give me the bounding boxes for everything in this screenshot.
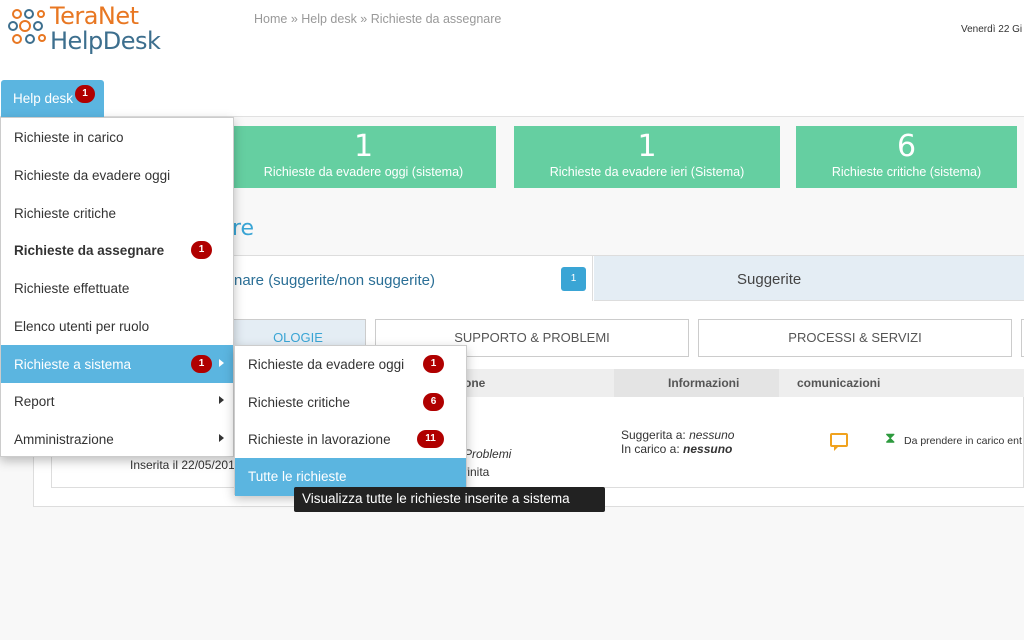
submenu-item-critiche[interactable]: Richieste critiche 6 — [235, 384, 466, 422]
logo-text-helpdesk: HelpDesk — [50, 27, 161, 55]
assigned-label: In carico a: — [621, 442, 680, 456]
menu-item-richieste-critiche[interactable]: Richieste critiche — [1, 194, 233, 232]
menu-item-richieste-a-sistema[interactable]: Richieste a sistema 1 — [1, 345, 233, 383]
menu-item-report[interactable]: Report — [1, 382, 233, 420]
tab-label: nare (suggerite/non suggerite) — [234, 272, 435, 289]
caret-right-icon — [219, 434, 224, 442]
submenu-item-da-evadere-oggi[interactable]: Richieste da evadere oggi 1 — [235, 346, 466, 384]
category-processi-button[interactable]: PROCESSI & SERVIZI — [698, 319, 1012, 357]
card-label: Richieste da evadere oggi (sistema) — [263, 165, 464, 179]
logo-mark-icon — [8, 9, 46, 44]
section-title: re — [232, 216, 255, 241]
submenu-item-badge: 11 — [417, 430, 444, 448]
menu-item-label: Richieste da evadere oggi — [14, 168, 171, 183]
card-value: 1 — [637, 129, 657, 164]
card-critiche[interactable]: 6 Richieste critiche (sistema) — [796, 126, 1017, 188]
card-value: 6 — [896, 129, 917, 164]
richieste-a-sistema-submenu: Richieste da evadere oggi 1 Richieste cri… — [234, 345, 467, 496]
menu-item-label: Richieste effettuate — [14, 281, 130, 296]
row-inserted-date: Inserita il 22/05/201 — [130, 458, 235, 472]
menu-item-elenco-utenti[interactable]: Elenco utenti per ruolo — [1, 307, 233, 345]
submenu-item-label: Richieste critiche — [248, 395, 351, 410]
chat-icon[interactable] — [830, 433, 848, 451]
tab-suggerite[interactable]: Suggerite — [594, 256, 1024, 301]
submenu-item-label: Tutte le richieste — [248, 469, 347, 484]
tab-badge: 1 — [561, 267, 586, 291]
menu-item-label: Richieste in carico — [14, 130, 124, 145]
nav-tab-badge: 1 — [75, 85, 95, 103]
nav-tab-label: Help desk — [13, 91, 74, 106]
submenu-item-label: Richieste in lavorazione — [248, 432, 391, 447]
card-label: Richieste da evadere ieri (Sistema) — [549, 165, 745, 179]
card-evadere-oggi[interactable]: 1 Richieste da evadere oggi (sistema) — [231, 126, 496, 188]
row-category: Problemi — [464, 447, 512, 461]
menu-item-label: Richieste da assegnare — [14, 243, 165, 258]
tab-da-assegnare[interactable]: nare (suggerite/non suggerite) — [233, 256, 593, 301]
assigned-value: nessuno — [683, 442, 733, 456]
menu-item-richieste-da-evadere-oggi[interactable]: Richieste da evadere oggi — [1, 156, 233, 194]
menu-item-richieste-effettuate[interactable]: Richieste effettuate — [1, 269, 233, 307]
suggested-label: Suggerita a: — [621, 428, 686, 442]
column-header: Informazioni — [668, 376, 740, 390]
nav-tab-help-desk[interactable]: Help desk 1 — [1, 80, 104, 117]
help-desk-dropdown-menu: Richieste in carico Richieste da evadere… — [0, 117, 234, 457]
tooltip: Visualizza tutte le richieste inserite a… — [294, 487, 605, 512]
row-assigned-to: In carico a: nessuno — [621, 442, 732, 456]
menu-item-label: Amministrazione — [14, 432, 114, 447]
suggested-value: nessuno — [689, 428, 735, 442]
tab-label: Suggerite — [737, 271, 802, 288]
card-value: 1 — [353, 129, 374, 164]
column-header: one — [464, 376, 486, 390]
menu-item-label: Richieste a sistema — [14, 357, 132, 372]
caret-right-icon — [219, 396, 224, 404]
page-header: TeraNet HelpDesk Home » Help desk » Rich… — [0, 0, 1024, 117]
menu-item-richieste-in-carico[interactable]: Richieste in carico — [1, 118, 233, 156]
row-status: Da prendere in carico ent — [904, 435, 1022, 447]
breadcrumb[interactable]: Home » Help desk » Richieste da assegnar… — [254, 12, 501, 26]
column-header: comunicazioni — [797, 376, 881, 390]
submenu-item-in-lavorazione[interactable]: Richieste in lavorazione 11 — [235, 421, 466, 459]
menu-item-label: Richieste critiche — [14, 206, 117, 221]
current-date: Venerdì 22 Gi — [961, 24, 1023, 35]
menu-item-richieste-da-assegnare[interactable]: Richieste da assegnare 1 — [1, 231, 233, 269]
menu-item-label: Elenco utenti per ruolo — [14, 319, 150, 334]
card-label: Richieste critiche (sistema) — [831, 165, 982, 179]
menu-item-badge: 1 — [191, 355, 212, 373]
hourglass-icon: ⧗ — [885, 430, 896, 447]
card-evadere-ieri[interactable]: 1 Richieste da evadere ieri (Sistema) — [514, 126, 780, 188]
row-subcategory: finita — [464, 465, 490, 479]
menu-item-badge: 1 — [191, 241, 212, 259]
menu-item-label: Report — [14, 394, 55, 409]
logo-text-teranet: TeraNet — [50, 2, 139, 30]
caret-right-icon — [219, 359, 224, 367]
menu-item-amministrazione[interactable]: Amministrazione — [1, 420, 233, 458]
submenu-item-label: Richieste da evadere oggi — [248, 357, 405, 372]
submenu-item-badge: 1 — [423, 355, 444, 373]
row-suggested-to: Suggerita a: nessuno — [621, 428, 734, 442]
submenu-item-badge: 6 — [423, 393, 444, 411]
